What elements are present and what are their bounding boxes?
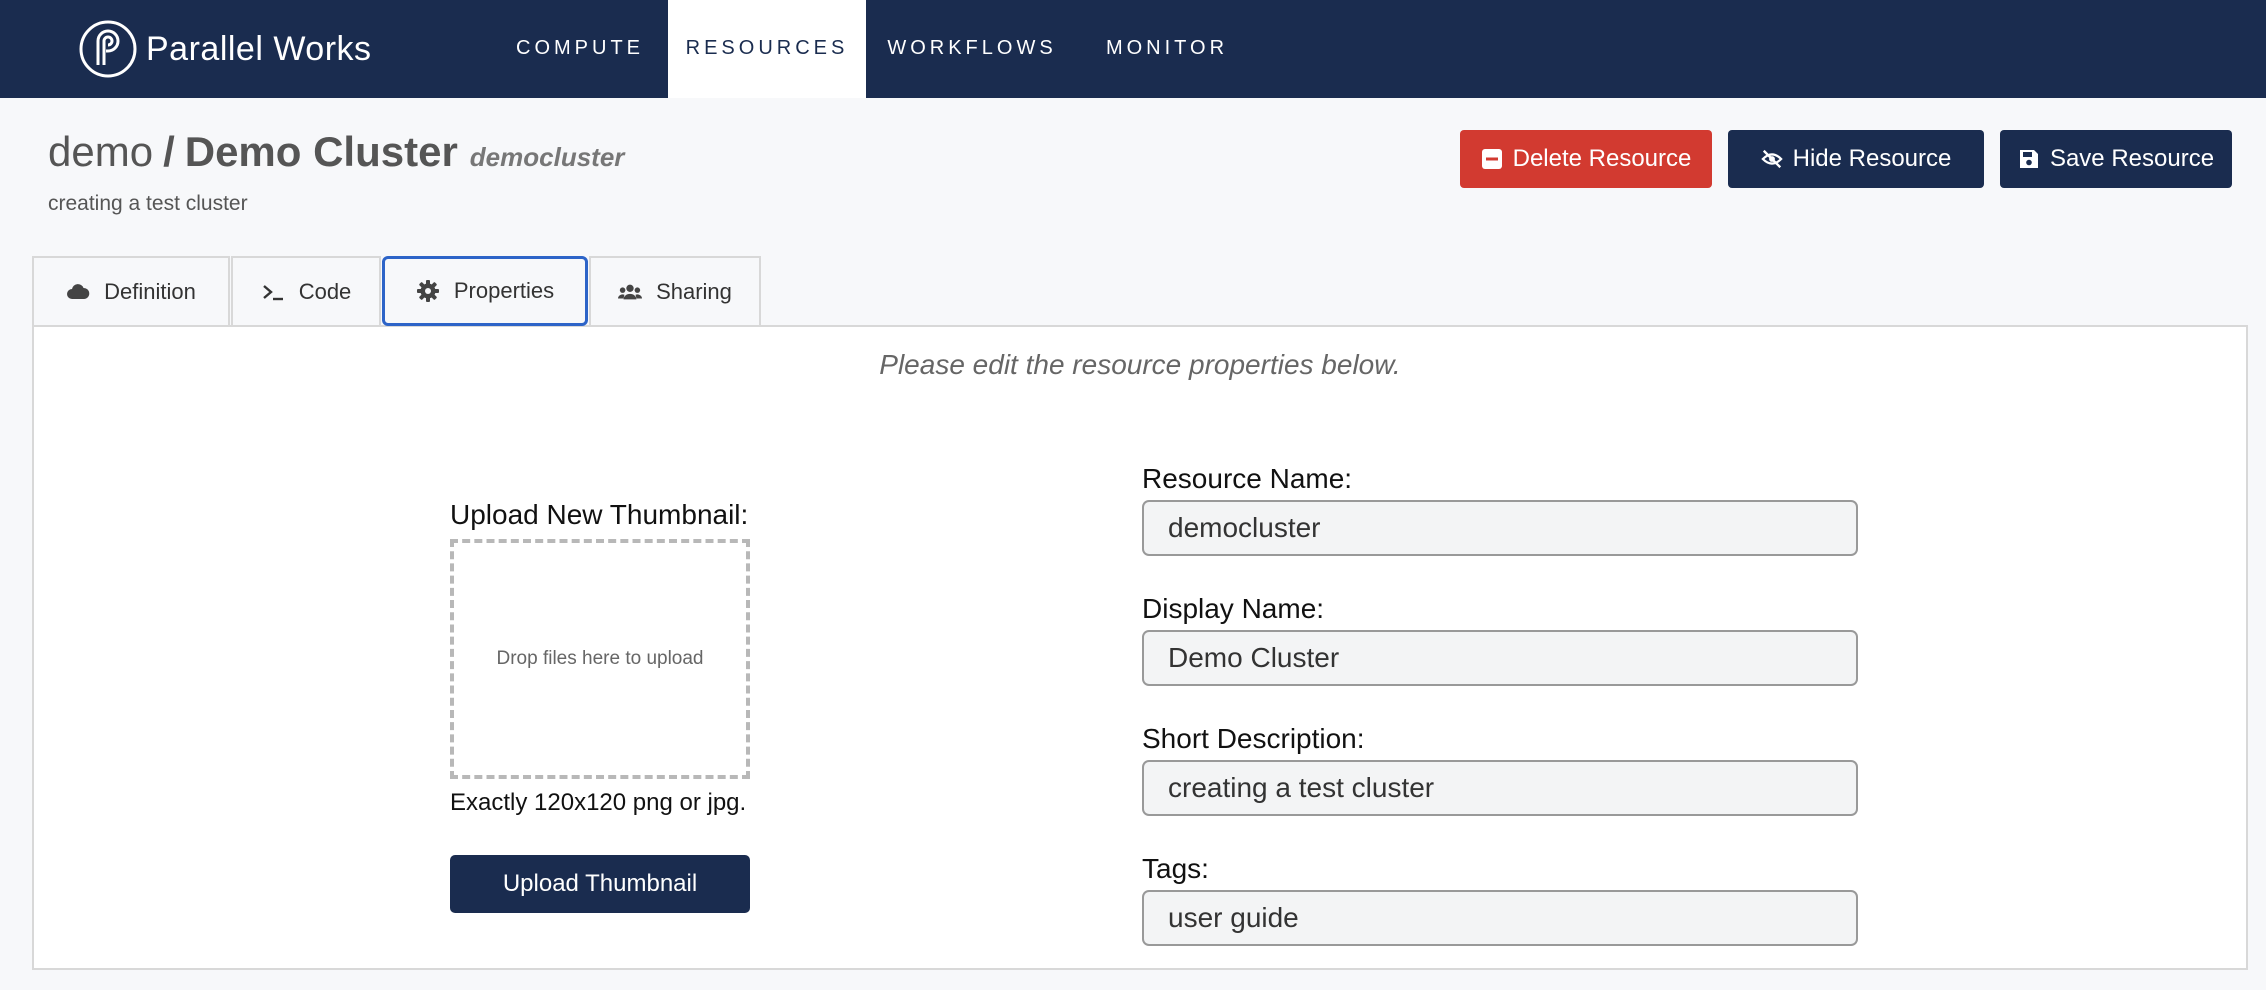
thumbnail-requirement: Exactly 120x120 png or jpg. — [450, 789, 747, 816]
tab-definition[interactable]: Definition — [32, 256, 230, 326]
tab-definition-label: Definition — [104, 279, 196, 304]
minus-square-icon — [1481, 149, 1502, 169]
properties-panel: Please edit the resource properties belo… — [32, 325, 2248, 970]
resource-description: creating a test cluster — [48, 192, 248, 215]
tab-code-label: Code — [298, 279, 352, 304]
users-icon — [618, 284, 643, 300]
hide-resource-button[interactable]: Hide Resource — [1728, 130, 1984, 188]
thumbnail-dropzone[interactable]: Drop files here to upload — [450, 539, 750, 779]
nav-monitor[interactable]: MONITOR — [1094, 0, 1240, 98]
cloud-icon — [67, 284, 90, 299]
title-separator: / — [163, 128, 175, 175]
delete-resource-label: Delete Resource — [1512, 145, 1692, 172]
display-name-label: Display Name: — [1142, 593, 1325, 624]
tab-properties-label: Properties — [453, 278, 555, 303]
tags-input[interactable] — [1142, 890, 1858, 946]
resource-slug: democluster — [469, 142, 625, 172]
tab-sharing-label: Sharing — [656, 279, 732, 304]
eye-slash-icon — [1760, 149, 1783, 169]
display-name-input[interactable] — [1142, 630, 1858, 686]
dropzone-text: Drop files here to upload — [496, 648, 704, 669]
brand-logo[interactable]: Parallel Works — [78, 19, 372, 79]
page-title: demo / Demo Cluster democluster — [48, 128, 624, 176]
terminal-icon — [262, 285, 283, 301]
resource-name-label: Resource Name: — [1142, 463, 1353, 494]
delete-resource-button[interactable]: Delete Resource — [1460, 130, 1712, 188]
save-resource-button[interactable]: Save Resource — [2000, 130, 2232, 188]
gear-icon — [416, 280, 439, 302]
nav-workflows[interactable]: WORKFLOWS — [880, 0, 1064, 98]
tab-properties[interactable]: Properties — [382, 256, 588, 326]
resource-owner: demo — [48, 128, 154, 175]
floppy-disk-icon — [2019, 150, 2038, 168]
parallel-works-logo-icon — [79, 20, 137, 78]
tags-label: Tags: — [1142, 853, 1209, 884]
tab-sharing[interactable]: Sharing — [589, 256, 761, 326]
hide-resource-label: Hide Resource — [1792, 145, 1952, 172]
short-description-label: Short Description: — [1142, 723, 1365, 754]
upload-thumbnail-button[interactable]: Upload Thumbnail — [450, 855, 750, 913]
resource-name-input[interactable] — [1142, 500, 1858, 556]
resource-display-name: Demo Cluster — [184, 128, 458, 175]
tab-code[interactable]: Code — [231, 256, 381, 326]
nav-resources[interactable]: RESOURCES — [668, 0, 866, 98]
top-navbar: Parallel Works COMPUTE RESOURCES WORKFLO… — [0, 0, 2266, 98]
panel-hint: Please edit the resource properties belo… — [879, 349, 1401, 380]
brand-name: Parallel Works — [146, 29, 372, 68]
nav-compute[interactable]: COMPUTE — [500, 0, 660, 98]
short-description-input[interactable] — [1142, 760, 1858, 816]
save-resource-label: Save Resource — [2049, 145, 2215, 172]
thumbnail-label: Upload New Thumbnail: — [450, 499, 749, 530]
